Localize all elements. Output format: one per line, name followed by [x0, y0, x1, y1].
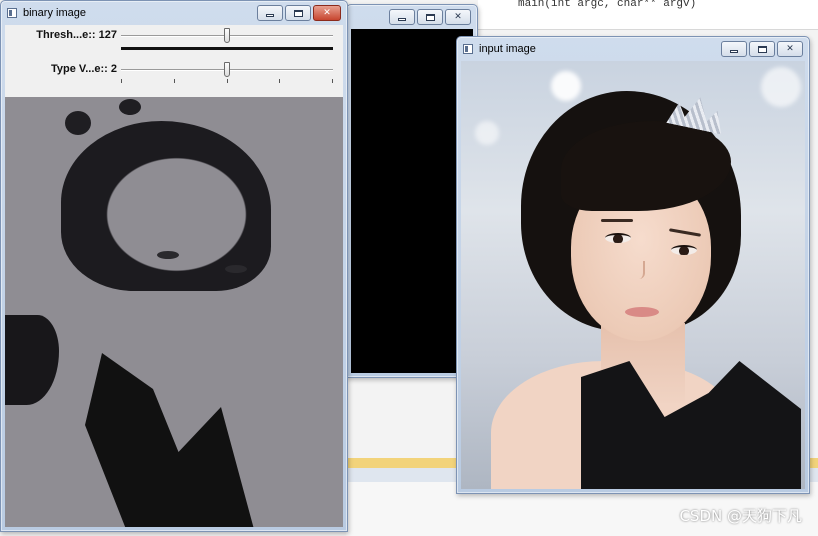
- trackbar-tick: [332, 79, 333, 83]
- minimize-icon: [398, 17, 406, 21]
- minimize-icon: [266, 13, 274, 17]
- type-trackbar-row: Type V...e:: 2: [5, 61, 343, 89]
- background-light: [551, 71, 581, 101]
- trackbar-tick: [121, 79, 122, 83]
- input-window-maximize-button[interactable]: [749, 41, 775, 57]
- trackbar-tick: [173, 79, 175, 83]
- trackbar-tick: [279, 79, 281, 83]
- binary-blob: [119, 99, 141, 115]
- maximize-icon: [757, 45, 767, 53]
- type-trackbar-label: Type V...e:: 2: [50, 63, 117, 75]
- threshold-trackbar-label: Thresh...e:: 127: [36, 29, 117, 41]
- binary-window-maximize-button[interactable]: [285, 5, 311, 21]
- threshold-trackbar-thumb[interactable]: [223, 28, 230, 43]
- threshold-trackbar[interactable]: [121, 28, 333, 43]
- threshold-trackbar-baseline: [121, 47, 333, 50]
- binary-window-client: Thresh...e:: 127 Type V...e:: 2: [5, 25, 343, 527]
- threshold-trackbar-row: Thresh...e:: 127: [5, 27, 343, 55]
- close-icon: ✕: [323, 8, 331, 18]
- input-window-close-button[interactable]: ✕: [777, 41, 803, 57]
- type-trackbar[interactable]: [121, 62, 333, 77]
- black-window-maximize-button[interactable]: [417, 9, 443, 25]
- binary-eye: [157, 251, 179, 259]
- binary-window-title: binary image: [23, 7, 86, 19]
- binary-window-close-button[interactable]: ✕: [313, 5, 341, 21]
- input-image-window[interactable]: input image ✕: [456, 36, 810, 494]
- black-image-canvas: [351, 29, 473, 373]
- window-app-icon: [7, 8, 17, 18]
- portrait-nose: [637, 261, 645, 279]
- portrait-brow: [601, 219, 633, 222]
- maximize-icon: [425, 13, 435, 21]
- close-icon: ✕: [454, 12, 462, 22]
- background-light: [475, 121, 499, 145]
- input-window-minimize-button[interactable]: [721, 41, 747, 57]
- portrait-lips: [625, 307, 659, 317]
- binary-eye: [225, 265, 247, 273]
- close-icon: ✕: [786, 44, 794, 54]
- black-window-close-button[interactable]: ✕: [445, 9, 471, 25]
- black-window-minimize-button[interactable]: [389, 9, 415, 25]
- type-trackbar-thumb[interactable]: [224, 62, 230, 77]
- input-window-title: input image: [479, 43, 536, 55]
- portrait-photo: [461, 61, 805, 489]
- input-window-titlebar[interactable]: input image ✕: [457, 37, 809, 61]
- binary-window-minimize-button[interactable]: [257, 5, 283, 21]
- binary-dress-shape: [85, 353, 255, 527]
- minimize-icon: [730, 49, 738, 53]
- input-image-canvas: [461, 61, 805, 489]
- portrait-eye: [605, 233, 631, 243]
- background-editor: main(int argc, char** argv): [478, 0, 818, 30]
- watermark: CSDN @天狗下凡: [679, 507, 802, 525]
- binary-blob: [65, 111, 91, 135]
- background-light: [761, 67, 801, 107]
- binary-window-titlebar[interactable]: binary image ✕: [1, 1, 347, 25]
- editor-code-line: main(int argc, char** argv): [518, 0, 697, 10]
- binary-image-canvas: [5, 97, 343, 527]
- portrait-eye: [671, 245, 697, 255]
- black-window-titlebar[interactable]: ✕: [347, 5, 477, 29]
- maximize-icon: [293, 9, 303, 17]
- trackbar-tick: [226, 79, 228, 83]
- window-app-icon: [463, 44, 473, 54]
- type-trackbar-ticks: [121, 79, 333, 84]
- binary-image-window[interactable]: binary image ✕ Thresh...e:: 127 Type V..…: [0, 0, 348, 532]
- binary-dark-region: [5, 315, 59, 405]
